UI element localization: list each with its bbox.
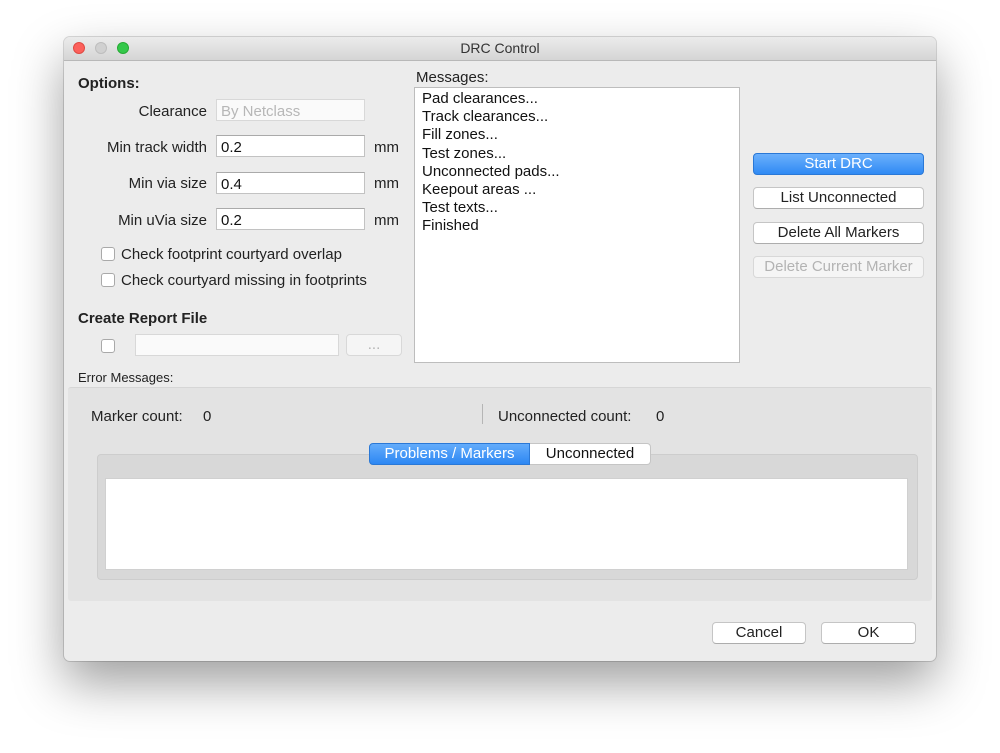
- check-courtyard-missing-label: Check courtyard missing in footprints: [121, 272, 367, 289]
- min-uvia-size-label: Min uVia size: [118, 212, 207, 229]
- list-unconnected-button[interactable]: List Unconnected: [753, 187, 924, 209]
- create-report-heading: Create Report File: [78, 310, 208, 327]
- message-line: Unconnected pads...: [422, 162, 560, 180]
- message-line: Keepout areas ...: [422, 181, 537, 199]
- message-line: Pad clearances...: [422, 90, 538, 107]
- min-uvia-size-input[interactable]: 0.2: [216, 208, 365, 230]
- message-line: Finished: [422, 217, 479, 235]
- message-line: Test zones...: [422, 144, 507, 162]
- min-track-width-input[interactable]: 0.2: [216, 135, 365, 157]
- tab-problems-markers[interactable]: Problems / Markers: [369, 443, 530, 465]
- messages-box[interactable]: Pad clearances... Track clearances... Fi…: [414, 87, 740, 363]
- min-via-size-label: Min via size: [128, 175, 207, 192]
- cancel-button[interactable]: Cancel: [712, 622, 806, 644]
- start-drc-button[interactable]: Start DRC: [753, 153, 924, 175]
- check-courtyard-overlap-checkbox[interactable]: [101, 247, 115, 261]
- delete-all-markers-button[interactable]: Delete All Markers: [753, 222, 924, 244]
- min-via-size-input[interactable]: 0.4: [216, 172, 365, 194]
- drc-control-window: DRC Control Options: Clearance By Netcla…: [64, 37, 936, 661]
- marker-count-label: Marker count:: [91, 408, 183, 425]
- problems-list[interactable]: [105, 478, 908, 570]
- unconnected-count-value: 0: [656, 408, 665, 425]
- message-line: Test texts...: [422, 199, 498, 217]
- check-courtyard-overlap-label: Check footprint courtyard overlap: [121, 246, 342, 263]
- tab-unconnected[interactable]: Unconnected: [530, 443, 651, 465]
- report-file-path-input: [135, 334, 339, 356]
- unconnected-count-label: Unconnected count:: [498, 408, 632, 425]
- ok-button[interactable]: OK: [821, 622, 916, 644]
- min-track-width-unit: mm: [374, 139, 399, 156]
- clearance-field: By Netclass: [216, 99, 365, 121]
- messages-label: Messages:: [416, 69, 489, 86]
- min-uvia-size-unit: mm: [374, 212, 399, 229]
- message-line: Fill zones...: [422, 126, 498, 144]
- options-heading: Options:: [78, 75, 140, 92]
- error-messages-panel: Marker count: 0 Unconnected count: 0 Pro…: [68, 387, 932, 601]
- create-report-checkbox[interactable]: [101, 339, 115, 353]
- error-messages-label: Error Messages:: [78, 370, 174, 385]
- count-divider: [482, 404, 483, 424]
- min-track-width-label: Min track width: [106, 139, 207, 156]
- min-via-size-unit: mm: [374, 175, 399, 192]
- check-courtyard-missing-checkbox[interactable]: [101, 273, 115, 287]
- delete-current-marker-button: Delete Current Marker: [753, 256, 924, 278]
- browse-report-button: ...: [346, 334, 402, 356]
- window-title: DRC Control: [460, 40, 540, 56]
- marker-count-value: 0: [203, 408, 212, 425]
- clearance-label: Clearance: [138, 103, 207, 120]
- message-line: Track clearances...: [422, 108, 549, 126]
- title-bar[interactable]: DRC Control: [64, 37, 936, 61]
